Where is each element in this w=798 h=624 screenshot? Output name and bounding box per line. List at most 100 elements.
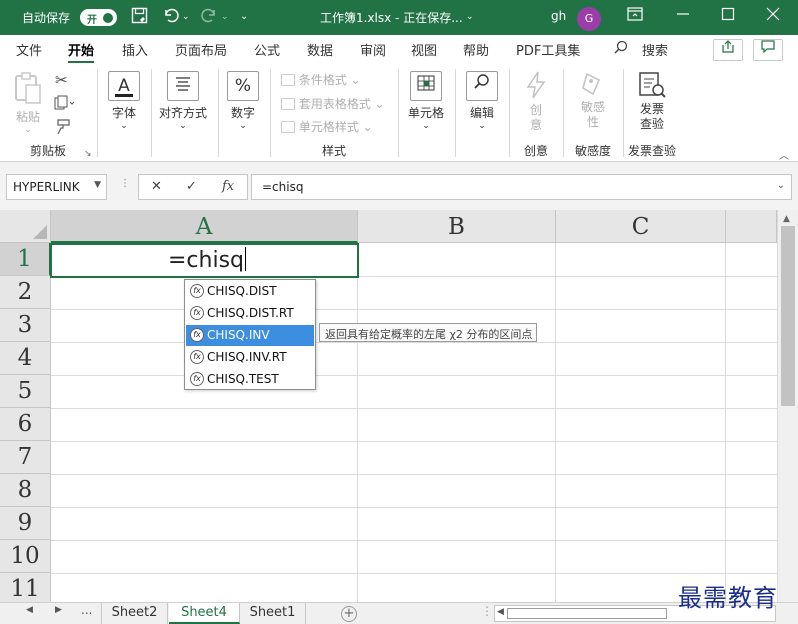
customize-qat-icon[interactable]: ⌄ bbox=[240, 7, 248, 27]
autocomplete-item[interactable]: fx CHISQ.INV.RT bbox=[186, 347, 314, 368]
column-header-b[interactable]: B bbox=[358, 210, 556, 243]
tab-review[interactable]: 审阅 bbox=[360, 40, 386, 59]
invoice-check-button[interactable]: 发票查验 bbox=[636, 71, 668, 132]
row-header-6[interactable]: 6 bbox=[0, 408, 51, 441]
tab-data[interactable]: 数据 bbox=[307, 40, 333, 59]
expand-formula-icon[interactable]: ⌄ bbox=[777, 180, 785, 191]
cell-styles-button[interactable]: 单元格样式 ⌄ bbox=[281, 118, 373, 135]
search-label[interactable]: 搜索 bbox=[642, 40, 668, 59]
column-header-c[interactable]: C bbox=[556, 210, 726, 243]
column-header-d[interactable] bbox=[726, 210, 777, 243]
scroll-left-icon[interactable]: ◀ bbox=[497, 607, 504, 617]
select-all-corner[interactable] bbox=[0, 210, 51, 243]
search-icon[interactable] bbox=[614, 40, 628, 58]
add-sheet-icon[interactable]: + bbox=[341, 606, 357, 622]
tab-insert[interactable]: 插入 bbox=[122, 40, 148, 59]
name-box[interactable]: HYPERLINK ▼ bbox=[6, 174, 107, 200]
grip-icon: ⋮ bbox=[120, 178, 130, 189]
select-all-triangle-icon bbox=[33, 225, 47, 239]
sensitivity-button[interactable]: 敏感性 bbox=[575, 71, 611, 130]
autocomplete-item[interactable]: fx CHISQ.DIST.RT bbox=[186, 303, 314, 324]
worksheet-grid[interactable]: A B C 1 2 3 4 5 6 7 8 9 10 11 =chisq fx C… bbox=[0, 210, 798, 602]
horizontal-scroll-thumb[interactable] bbox=[507, 608, 667, 619]
cells-button[interactable]: 单元格 ⌄ bbox=[406, 71, 446, 131]
table-format-button[interactable]: 套用表格格式 ⌄ bbox=[281, 95, 385, 112]
undo-icon[interactable] bbox=[162, 7, 180, 30]
row-header-5[interactable]: 5 bbox=[0, 375, 51, 408]
font-button[interactable]: A 字体 ⌄ bbox=[108, 71, 140, 131]
row-header-7[interactable]: 7 bbox=[0, 441, 51, 474]
share-icon[interactable] bbox=[713, 39, 743, 61]
autocomplete-item[interactable]: fx CHISQ.TEST bbox=[186, 369, 314, 390]
column-header-a[interactable]: A bbox=[51, 210, 358, 243]
close-icon[interactable] bbox=[766, 7, 780, 27]
maximize-icon[interactable] bbox=[721, 7, 735, 27]
cells-icon bbox=[410, 71, 442, 101]
enter-icon[interactable]: ✓ bbox=[186, 179, 197, 194]
autosave-toggle[interactable]: 开 bbox=[80, 9, 117, 26]
gridline bbox=[555, 243, 556, 602]
tab-page-layout[interactable]: 页面布局 bbox=[175, 40, 227, 59]
paste-button[interactable]: 粘贴 ⌄ bbox=[12, 71, 44, 135]
prev-sheet-icon[interactable]: ◀ bbox=[26, 605, 33, 615]
title-bar: 自动保存 开 ⌄ ⌄ ⌄ 工作簿1.xlsx - 正在保存... ⌄ gh G bbox=[0, 0, 798, 35]
autosave-label: 自动保存 bbox=[22, 11, 71, 25]
row-header-9[interactable]: 9 bbox=[0, 507, 51, 540]
tab-formulas[interactable]: 公式 bbox=[254, 40, 280, 59]
window-title: 工作簿1.xlsx - 正在保存... bbox=[320, 11, 463, 25]
gridline bbox=[51, 540, 777, 541]
undo-dropdown-icon[interactable]: ⌄ bbox=[182, 7, 190, 27]
row-header-8[interactable]: 8 bbox=[0, 474, 51, 507]
dialog-launcher-icon[interactable]: ↘ bbox=[84, 149, 92, 159]
row-header-4[interactable]: 4 bbox=[0, 342, 51, 375]
sheet-tab-sheet1[interactable]: Sheet1 bbox=[240, 603, 306, 624]
format-painter-icon[interactable] bbox=[55, 119, 71, 138]
save-icon[interactable] bbox=[131, 7, 148, 30]
ribbon-separator bbox=[455, 69, 456, 157]
create-button[interactable]: 创意 bbox=[523, 71, 549, 133]
next-sheet-icon[interactable]: ▶ bbox=[55, 605, 62, 615]
conditional-format-button[interactable]: 条件格式 ⌄ bbox=[281, 71, 361, 88]
row-header-2[interactable]: 2 bbox=[0, 276, 51, 309]
row-header-1[interactable]: 1 bbox=[0, 243, 51, 276]
cut-icon[interactable]: ✂ bbox=[55, 71, 68, 89]
more-sheets[interactable]: ... bbox=[81, 603, 92, 617]
paste-dropdown-icon: ⌄ bbox=[24, 125, 32, 135]
sheet-tab-sheet2[interactable]: Sheet2 bbox=[101, 603, 168, 624]
font-label: 字体 bbox=[111, 106, 136, 120]
tab-pdf-tools[interactable]: PDF工具集 bbox=[516, 40, 580, 59]
tab-view[interactable]: 视图 bbox=[411, 40, 437, 59]
avatar[interactable]: G bbox=[577, 7, 601, 31]
autocomplete-item-selected[interactable]: fx CHISQ.INV bbox=[186, 325, 314, 346]
scroll-thumb[interactable] bbox=[781, 226, 795, 406]
row-header-3[interactable]: 3 bbox=[0, 309, 51, 342]
alignment-button[interactable]: 对齐方式 ⌄ bbox=[158, 71, 208, 131]
title-dropdown-icon[interactable]: ⌄ bbox=[466, 7, 474, 27]
editing-button[interactable]: 编辑 ⌄ bbox=[466, 71, 498, 131]
row-header-11[interactable]: 11 bbox=[0, 573, 51, 602]
tab-file[interactable]: 文件 bbox=[16, 40, 42, 59]
gridline bbox=[51, 573, 777, 574]
name-box-dropdown-icon[interactable]: ▼ bbox=[94, 180, 101, 190]
formula-input[interactable]: =chisq ⌄ bbox=[251, 174, 792, 200]
copy-icon[interactable] bbox=[54, 95, 75, 114]
tab-split-handle[interactable]: ⋮ bbox=[481, 604, 493, 618]
tab-help[interactable]: 帮助 bbox=[463, 40, 489, 59]
table-format-icon bbox=[281, 98, 295, 110]
cancel-icon[interactable]: ✕ bbox=[151, 179, 162, 194]
tab-home[interactable]: 开始 bbox=[68, 40, 95, 64]
active-cell-a1[interactable]: =chisq bbox=[50, 243, 359, 278]
row-header-10[interactable]: 10 bbox=[0, 540, 51, 573]
number-button[interactable]: % 数字 ⌄ bbox=[227, 71, 259, 131]
sheet-tab-sheet4[interactable]: Sheet4 bbox=[169, 603, 240, 624]
cell-styles-label: 单元格样式 bbox=[298, 120, 359, 134]
insert-function-icon[interactable]: fx bbox=[222, 179, 234, 194]
gridline bbox=[51, 309, 777, 310]
minimize-icon[interactable] bbox=[676, 7, 690, 27]
comments-icon[interactable] bbox=[753, 39, 783, 61]
autocomplete-item[interactable]: fx CHISQ.DIST bbox=[186, 281, 314, 302]
ribbon-display-icon[interactable] bbox=[627, 7, 643, 27]
vertical-scrollbar[interactable]: ▲ bbox=[777, 210, 798, 602]
scroll-up-icon[interactable]: ▲ bbox=[783, 214, 790, 224]
collapse-ribbon-icon[interactable]: ︿ bbox=[779, 147, 789, 162]
